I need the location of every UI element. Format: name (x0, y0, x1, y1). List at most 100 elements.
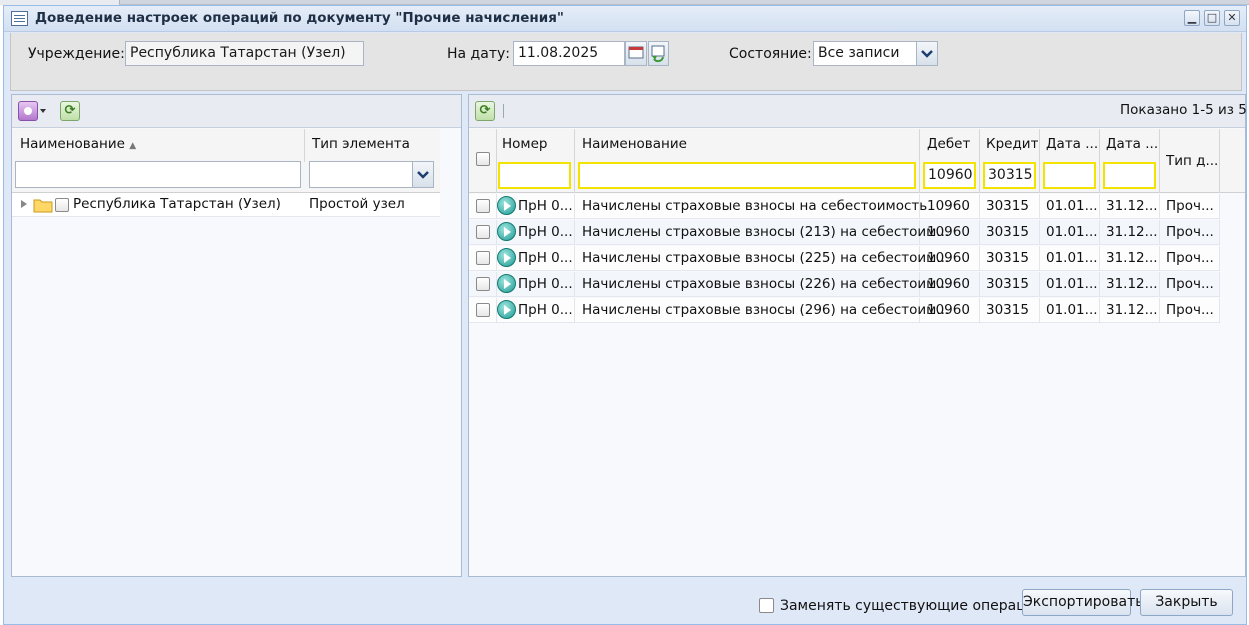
calendar-button[interactable] (625, 41, 647, 66)
document-list-icon (11, 11, 28, 26)
select-all-checkbox[interactable] (476, 152, 490, 166)
column-separator (1159, 129, 1160, 193)
cell-date-to: 31.12... (1106, 198, 1158, 214)
add-menu-button[interactable] (18, 101, 50, 121)
column-separator (919, 129, 920, 193)
close-window-button[interactable]: ✕ (1224, 10, 1240, 26)
column-separator (1099, 298, 1100, 323)
date-refresh-icon (651, 45, 665, 63)
row-checkbox[interactable] (476, 277, 490, 291)
cell-name: Начислены страховые взносы (296) на себе… (582, 302, 950, 318)
column-header-date-to[interactable]: Дата ... (1106, 136, 1158, 152)
cell-credit: 30315 (986, 224, 1029, 240)
cell-name: Начислены страховые взносы (213) на себе… (582, 224, 950, 240)
cell-number: ПрН 0... (518, 250, 573, 266)
play-icon[interactable] (497, 274, 516, 293)
date-to-filter[interactable] (1103, 162, 1156, 189)
cell-doc-type: Проч... (1166, 224, 1214, 240)
number-filter[interactable] (498, 162, 571, 189)
play-icon[interactable] (497, 300, 516, 319)
column-separator (496, 246, 497, 271)
state-dropdown-button[interactable] (916, 41, 938, 66)
refresh-icon[interactable]: ⟳ (60, 101, 80, 121)
column-separator (304, 129, 305, 162)
column-separator (496, 129, 497, 193)
title-bar[interactable]: Доведение настроек операций по документу… (4, 6, 1246, 32)
cell-credit: 30315 (986, 276, 1029, 292)
column-separator (1219, 246, 1220, 271)
institution-label: Учреждение: (28, 46, 125, 62)
column-separator (574, 129, 575, 193)
table-row[interactable]: ПрН 0... Начислены страховые взносы (226)… (469, 272, 1220, 297)
column-separator (574, 246, 575, 271)
minimize-button[interactable]: ▁ (1184, 10, 1200, 26)
column-header-date-from[interactable]: Дата ... (1046, 136, 1098, 152)
table-row[interactable]: ПрН 0... Начислены страховые взносы (296)… (469, 298, 1220, 323)
cell-doc-type: Проч... (1166, 302, 1214, 318)
column-header-debit[interactable]: Дебет (927, 136, 970, 152)
grid-header: Номер Наименование Дебет Кредит Дата ...… (469, 129, 1245, 193)
column-separator (979, 298, 980, 323)
cell-credit: 30315 (986, 198, 1029, 214)
column-separator (1159, 220, 1160, 245)
tree-row-checkbox[interactable] (55, 198, 69, 212)
column-separator (496, 220, 497, 245)
play-icon[interactable] (497, 222, 516, 241)
row-checkbox[interactable] (476, 199, 490, 213)
column-separator (1039, 220, 1040, 245)
maximize-button[interactable]: □ (1204, 10, 1220, 26)
state-label: Состояние: (729, 46, 812, 62)
column-header-name[interactable]: Наименование ▲ (20, 136, 136, 152)
debit-filter[interactable]: 10960 (923, 162, 976, 189)
tree-name-filter[interactable] (15, 161, 301, 188)
cell-date-to: 31.12... (1106, 276, 1158, 292)
table-row[interactable]: ПрН 0... Начислены страховые взносы (225)… (469, 246, 1220, 271)
date-refresh-button[interactable] (648, 41, 669, 66)
chevron-down-icon (921, 50, 933, 58)
credit-filter[interactable]: 30315 (983, 162, 1036, 189)
play-icon[interactable] (497, 248, 516, 267)
column-header-doc-type[interactable]: Тип д... (1166, 153, 1218, 169)
column-separator (1099, 194, 1100, 219)
tree-header: Наименование ▲ Тип элемента (12, 129, 440, 193)
date-label: На дату: (447, 46, 510, 62)
column-header-number[interactable]: Номер (502, 136, 547, 152)
date-from-filter[interactable] (1043, 162, 1096, 189)
tree-type-dropdown-button[interactable] (412, 161, 434, 188)
expand-icon[interactable] (21, 200, 27, 208)
cell-date-from: 01.01... (1046, 276, 1098, 292)
tree-row-type: Простой узел (309, 196, 405, 212)
column-separator (1099, 246, 1100, 271)
column-header-type[interactable]: Тип элемента (312, 136, 410, 152)
cell-number: ПрН 0... (518, 198, 573, 214)
play-icon[interactable] (497, 196, 516, 215)
tree-type-filter[interactable] (309, 161, 413, 188)
table-row[interactable]: ПрН 0... Начислены страховые взносы (213)… (469, 220, 1220, 245)
cell-date-to: 31.12... (1106, 224, 1158, 240)
name-filter[interactable] (578, 162, 916, 189)
institution-field[interactable]: Республика Татарстан (Узел) (125, 41, 364, 66)
row-checkbox[interactable] (476, 225, 490, 239)
refresh-icon[interactable]: ⟳ (475, 101, 495, 121)
column-separator (574, 194, 575, 219)
tree-row[interactable]: Республика Татарстан (Узел) Простой узел (12, 193, 440, 217)
column-separator (574, 298, 575, 323)
column-separator (1099, 129, 1100, 193)
maximize-icon: □ (1206, 11, 1218, 24)
date-field[interactable]: 11.08.2025 (513, 41, 625, 66)
close-button[interactable]: Закрыть (1140, 589, 1233, 616)
cell-name: Начислены страховые взносы (226) на себе… (582, 276, 950, 292)
state-select[interactable]: Все записи (813, 41, 917, 66)
tree-panel: ⟳ Наименование ▲ Тип элемента Республика… (11, 94, 462, 577)
cell-debit: 10960 (927, 198, 970, 214)
column-header-credit[interactable]: Кредит (986, 136, 1038, 152)
table-row[interactable]: ПрН 0... Начислены страховые взносы на се… (469, 194, 1220, 219)
replace-checkbox[interactable] (759, 598, 774, 613)
calendar-icon (628, 46, 644, 59)
export-button[interactable]: Экспортировать (1022, 589, 1143, 616)
row-checkbox[interactable] (476, 251, 490, 265)
dropdown-arrow-icon (40, 109, 46, 113)
column-header-name[interactable]: Наименование (582, 136, 687, 152)
row-checkbox[interactable] (476, 303, 490, 317)
folder-icon (33, 199, 53, 213)
